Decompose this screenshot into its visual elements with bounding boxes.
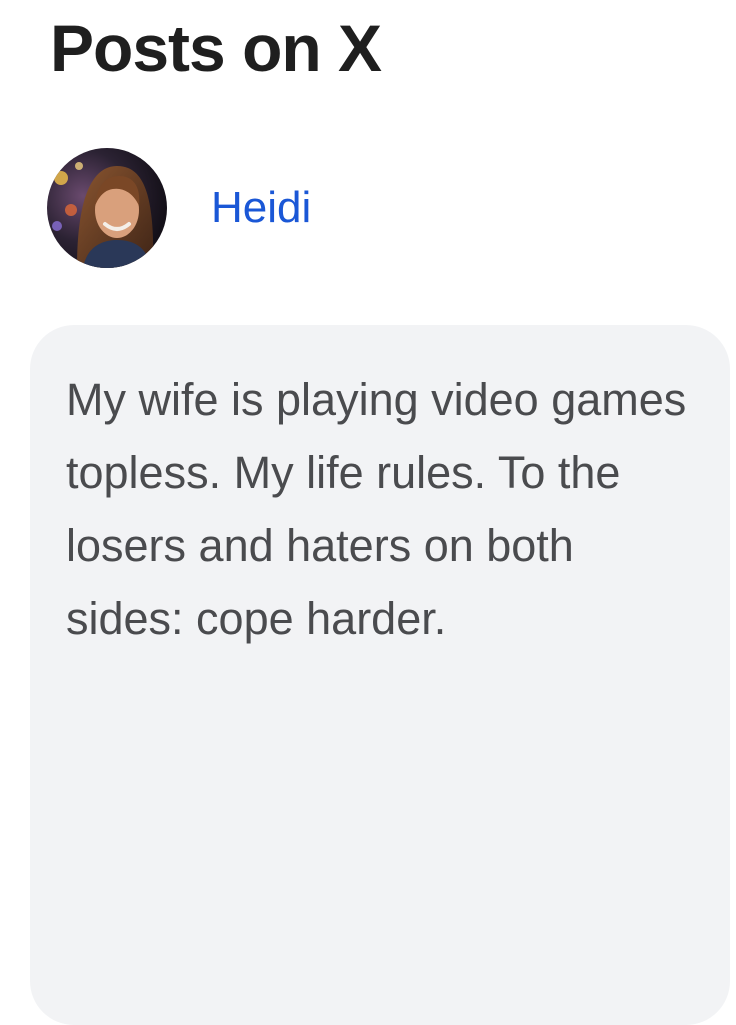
post-text: My wife is playing video games topless. … <box>66 374 687 644</box>
post-author[interactable]: Heidi <box>47 148 311 268</box>
author-name-link[interactable]: Heidi <box>211 180 311 236</box>
person-photo-icon <box>47 148 167 268</box>
post-card[interactable]: My wife is playing video games topless. … <box>30 325 730 1025</box>
section-title: Posts on X <box>50 11 382 85</box>
avatar[interactable] <box>47 148 167 268</box>
